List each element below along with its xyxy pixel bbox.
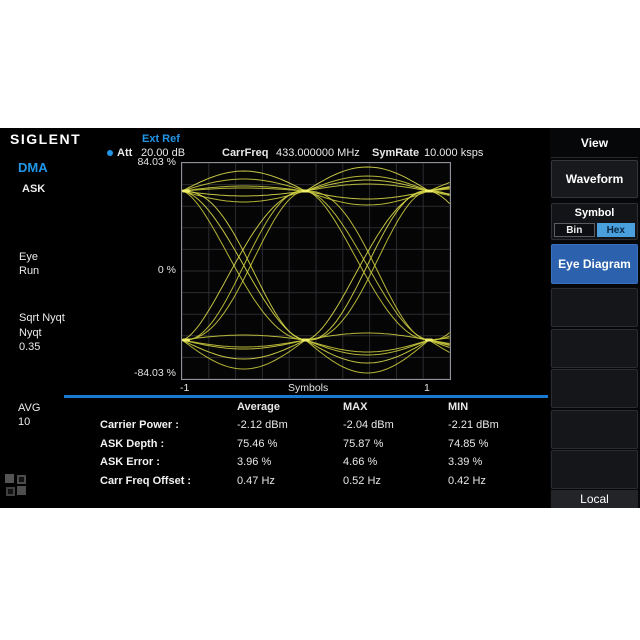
y-axis-tick-top: 84.03 %	[137, 156, 176, 168]
filter-readout-line2: Nyqt	[19, 327, 42, 339]
row-value-average: -2.12 dBm	[237, 419, 288, 431]
waveform-button[interactable]: Waveform	[551, 160, 638, 198]
col-header-max: MAX	[343, 401, 368, 413]
x-axis-label: Symbols	[288, 382, 329, 394]
x-axis-tick-right: 1	[424, 382, 430, 394]
row-value-min: -2.21 dBm	[448, 419, 499, 431]
trace-type-readout: Eye	[19, 251, 38, 263]
modulation-readout: ASK	[22, 183, 46, 195]
menu-empty-button[interactable]	[551, 409, 638, 449]
results-separator-line	[64, 395, 548, 398]
bin-option[interactable]: Bin	[554, 223, 595, 237]
symbol-format-toggle: Bin Hex	[554, 223, 635, 237]
instrument-screen: SIGLENT Ext Ref Att 20.00 dB CarrFreq 43…	[0, 128, 640, 508]
row-value-max: 75.87 %	[343, 437, 384, 450]
eye-diagram-canvas	[181, 162, 451, 380]
row-value-max: 0.52 Hz	[343, 475, 381, 488]
row-value-max: 4.66 %	[343, 456, 378, 469]
results-table: Average MAX MIN Carrier Power : -2.12 dBm…	[0, 400, 550, 496]
row-value-min: 3.39 %	[448, 456, 483, 469]
menu-empty-button[interactable]	[551, 328, 638, 368]
row-value-min: 74.85 %	[448, 437, 489, 450]
symrate-label: SymRate	[372, 147, 420, 159]
eye-diagram-plot	[181, 162, 451, 380]
carrfreq-value: 433.000000 MHz	[276, 147, 360, 159]
menu-empty-button[interactable]	[551, 369, 638, 408]
row-label: Carr Freq Offset :	[100, 475, 192, 488]
menu-empty-button[interactable]	[551, 288, 638, 327]
row-label: ASK Depth :	[100, 437, 165, 450]
row-label: ASK Error :	[100, 456, 160, 469]
x-axis-tick-left: -1	[180, 382, 190, 394]
symbol-button[interactable]: Symbol Bin Hex	[551, 203, 638, 240]
y-axis-tick-mid: 0 %	[157, 264, 176, 276]
row-value-max: -2.04 dBm	[343, 419, 394, 431]
local-button[interactable]: Local	[551, 490, 638, 508]
run-state-readout: Run	[19, 265, 40, 277]
menu-title-view: View	[551, 128, 638, 158]
att-indicator-dot	[107, 150, 113, 156]
table-row: Carr Freq Offset : 0.47 Hz 0.52 Hz 0.42 Hz	[0, 475, 550, 493]
ext-ref-status: Ext Ref	[142, 133, 180, 145]
menu-empty-button[interactable]	[551, 450, 638, 489]
symbol-button-label: Symbol	[574, 207, 615, 219]
filter-alpha-value: 0.35	[19, 341, 41, 353]
y-axis-tick-bottom: -84.03 %	[133, 367, 176, 379]
symrate-value: 10.000 ksps	[424, 147, 484, 159]
col-header-min: MIN	[448, 401, 469, 413]
table-row: Carrier Power : -2.12 dBm -2.04 dBm -2.21 d…	[0, 419, 550, 437]
filter-readout-line1: Sqrt Nyqt	[19, 312, 65, 324]
row-value-average: 75.46 %	[237, 437, 278, 450]
siglent-logo: SIGLENT	[10, 131, 82, 147]
table-row: ASK Error : 3.96 % 4.66 % 3.39 %	[0, 456, 550, 474]
row-value-average: 0.47 Hz	[237, 475, 275, 488]
carrfreq-label: CarrFreq	[222, 147, 269, 159]
row-label: Carrier Power :	[100, 419, 179, 431]
hex-option[interactable]: Hex	[596, 223, 635, 237]
row-value-min: 0.42 Hz	[448, 475, 486, 488]
eye-diagram-button[interactable]: Eye Diagram	[551, 244, 638, 284]
row-value-average: 3.96 %	[237, 456, 272, 469]
windows-grid-icon[interactable]	[5, 474, 29, 498]
table-row: ASK Depth : 75.46 % 75.87 % 74.85 %	[0, 438, 550, 456]
softkey-menu: View Waveform Symbol Bin Hex Eye Diagram…	[550, 128, 640, 508]
mode-readout: DMA	[18, 160, 48, 175]
col-header-average: Average	[237, 401, 281, 413]
